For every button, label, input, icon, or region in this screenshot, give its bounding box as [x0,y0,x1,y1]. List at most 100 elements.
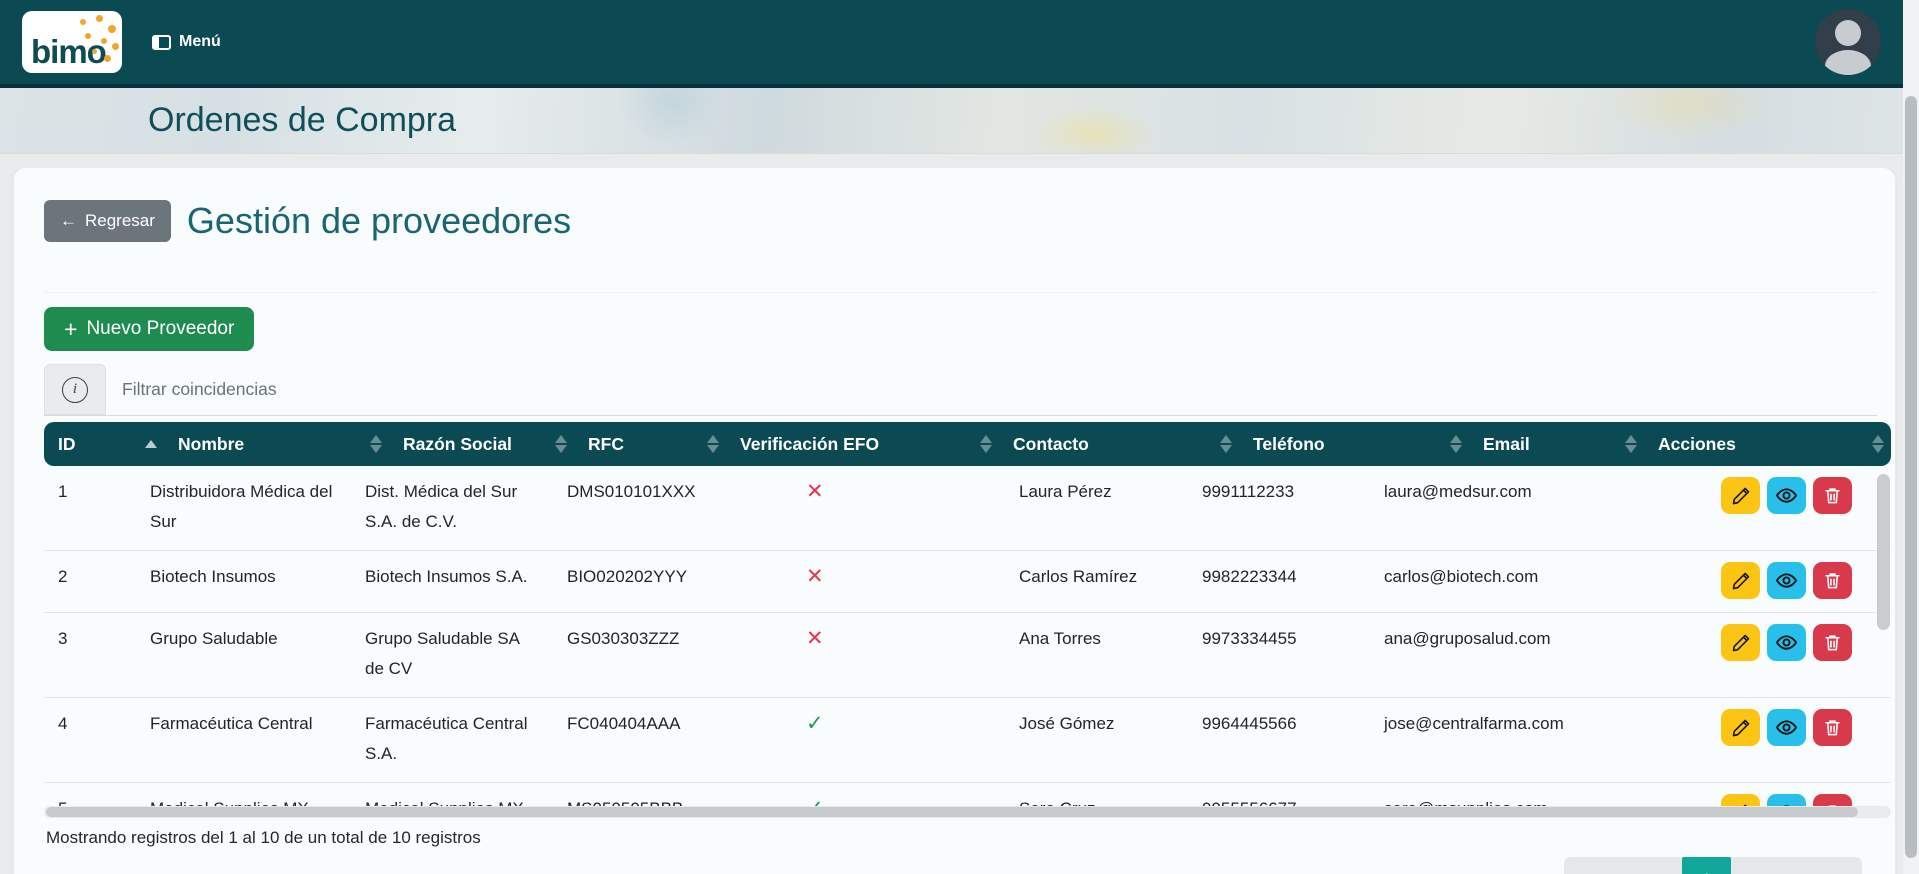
edit-button[interactable] [1721,794,1760,806]
cell-email: ana@gruposalud.com [1370,612,1707,698]
sort-arrows-icon [145,440,157,448]
providers-card: ← Regresar Gestión de proveedores + Nuev… [14,168,1895,874]
eye-icon [1775,569,1798,592]
trash-icon [1823,633,1842,652]
view-button[interactable] [1767,562,1806,599]
delete-button[interactable] [1813,477,1852,514]
user-avatar[interactable] [1815,9,1881,75]
column-label: RFC [588,433,624,454]
column-header-acciones[interactable]: Acciones [1644,422,1891,466]
table-toolbar: + Nuevo Proveedor [44,292,1877,351]
cell-nombre: Distribuidora Médica del Sur [150,482,333,531]
eye-icon [1775,484,1798,507]
column-header-raz-n-social[interactable]: Razón Social [389,422,574,466]
cell-email: sara@msupplies.com [1370,782,1707,806]
menu-toggle-button[interactable]: Menú [152,33,221,51]
cell-id: 4 [44,697,136,783]
table-horizontal-scrollbar[interactable] [44,806,1891,818]
pagination-previous-button[interactable]: Anterior [1568,865,1683,874]
cell-nombre: Grupo Saludable [136,612,351,698]
filter-bar: i [44,364,1877,416]
cell-acciones [1707,550,1891,613]
column-header-verificaci-n-efo[interactable]: Verificación EFO [726,422,999,466]
pagination-next-button[interactable]: Siguiente [1731,865,1858,874]
view-button[interactable] [1767,624,1806,661]
new-provider-label: Nuevo Proveedor [86,318,235,339]
pencil-icon [1731,633,1751,653]
cell-telefono: 9982223344 [1188,550,1370,613]
table-row: 2 Biotech Insumos Biotech Insumos S.A. BIO0… [44,550,1891,613]
column-header-rfc[interactable]: RFC [574,422,726,466]
delete-button[interactable] [1813,794,1852,806]
section-header: ← Regresar Gestión de proveedores [44,200,1877,242]
sidebar-panel-icon [152,34,171,50]
cell-contacto: Sara Cruz [1005,782,1188,806]
cell-rfc: BIO020202YYY [553,550,792,613]
table-row: 4 Farmacéutica Central Farmacéutica Centra… [44,697,1891,783]
menu-label: Menú [179,33,221,50]
cell-verificacion-efo: ✓ [792,697,1005,783]
eye-icon [1775,716,1798,739]
sort-arrows-icon [707,435,719,453]
sort-arrows-icon [980,435,992,453]
column-label: ID [58,433,76,454]
cell-razon-social: Medical Supplies MX [351,782,553,806]
delete-button[interactable] [1813,624,1852,661]
table-horizontal-scrollbar-thumb[interactable] [46,807,1858,817]
providers-table: ID Nombre Razón Social RFC Verificación EFO C… [44,422,1891,806]
trash-icon [1823,718,1842,737]
back-button-label: Regresar [85,211,155,230]
cell-rfc: GS030303ZZZ [553,612,792,698]
sort-arrows-icon [1872,435,1884,453]
cell-nombre: Medical Supplies MX [136,782,351,806]
edit-button[interactable] [1721,562,1760,599]
column-header-tel-fono[interactable]: Teléfono [1239,422,1469,466]
column-header-id[interactable]: ID [44,422,164,466]
cell-verificacion-efo: ✕ [792,612,1005,698]
cell-razon-social: Biotech Insumos S.A. [351,550,553,613]
page-vertical-scrollbar[interactable] [1903,0,1919,874]
delete-button[interactable] [1813,562,1852,599]
delete-button[interactable] [1813,709,1852,746]
column-header-contacto[interactable]: Contacto [999,422,1239,466]
avatar-person-icon [1835,20,1861,46]
edit-button[interactable] [1721,709,1760,746]
column-label: Teléfono [1253,433,1325,454]
page-header-band: Ordenes de Compra [0,88,1919,154]
back-arrow-icon: ← [60,211,77,230]
cell-email: jose@centralfarma.com [1370,697,1707,783]
cell-email: laura@medsur.com [1384,482,1532,501]
sort-arrows-icon [370,435,382,453]
column-header-email[interactable]: Email [1469,422,1644,466]
back-button[interactable]: ← Regresar [44,200,171,242]
bimo-logo[interactable]: bimo [22,11,122,73]
table-vertical-scrollbar-thumb[interactable] [1877,474,1890,630]
sort-arrows-icon [1450,435,1462,453]
pagination-page-1-button[interactable]: 1 [1682,857,1731,874]
table-row: 5Medical Supplies MXMedical Supplies MXM… [44,782,1891,806]
cell-rfc: FC040404AAA [553,697,792,783]
cell-verificacion-efo: ✓ [792,782,1005,806]
sort-arrows-icon [1220,435,1232,453]
view-button[interactable] [1767,477,1806,514]
cell-telefono: 9973334455 [1188,612,1370,698]
cell-telefono: 9991112233 [1202,482,1295,501]
view-button[interactable] [1767,709,1806,746]
cell-contacto: Carlos Ramírez [1005,550,1188,613]
column-header-nombre[interactable]: Nombre [164,422,389,466]
edit-button[interactable] [1721,624,1760,661]
column-label: Verificación EFO [740,433,880,454]
cross-icon: ✕ [806,480,824,503]
column-label: Razón Social [403,433,512,454]
cell-nombre: Biotech Insumos [136,550,351,613]
page-vertical-scrollbar-thumb[interactable] [1905,96,1917,858]
trash-icon [1823,571,1842,590]
top-navbar: bimo Menú [0,0,1919,88]
edit-button[interactable] [1721,477,1760,514]
cell-acciones [1707,612,1891,698]
filter-input[interactable] [106,364,1877,415]
view-button[interactable] [1767,794,1806,806]
column-label: Email [1483,433,1530,454]
eye-icon [1775,631,1798,654]
new-provider-button[interactable]: + Nuevo Proveedor [44,307,255,351]
